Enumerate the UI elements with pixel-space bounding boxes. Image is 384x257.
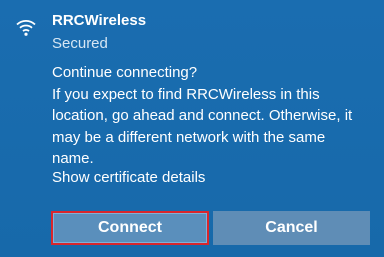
connection-message: Continue connecting? If you expect to fi…: [52, 62, 372, 170]
message-line: location, go ahead and connect. Otherwis…: [52, 107, 353, 124]
continue-question: Continue connecting?: [52, 64, 198, 81]
network-name: RRCWireless: [52, 12, 147, 29]
message-line: name.: [52, 150, 94, 167]
wifi-connect-dialog: RRCWireless Secured Continue connecting?…: [0, 0, 384, 257]
message-line: may be a different network with the same: [52, 128, 326, 146]
cancel-button-label: Cancel: [265, 219, 318, 236]
cancel-button[interactable]: Cancel: [213, 211, 370, 245]
network-status: Secured: [52, 35, 108, 52]
wifi-icon: [15, 15, 37, 37]
show-certificate-link[interactable]: Show certificate details: [52, 169, 205, 186]
connect-button-label: Connect: [98, 219, 162, 236]
connect-button[interactable]: Connect: [51, 211, 209, 245]
message-line: If you expect to find RRCWireless in thi…: [52, 85, 320, 103]
